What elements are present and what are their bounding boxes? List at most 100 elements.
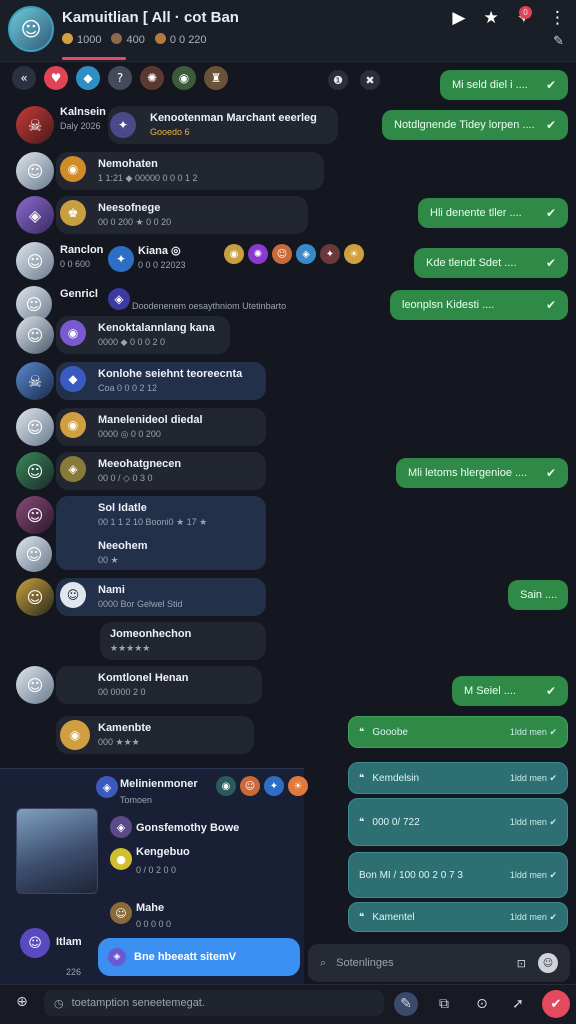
message-input[interactable]: ◷ toetamption seneetemegat.	[44, 990, 384, 1016]
edit-icon[interactable]: ✎	[553, 34, 564, 49]
mini-avatar: ◆	[60, 366, 86, 392]
sender-avatar[interactable]: ☺	[16, 578, 54, 616]
sent-message[interactable]: Sain ....	[508, 580, 568, 610]
emoji-icon[interactable]: ☺	[240, 776, 260, 796]
sender-avatar[interactable]: ☺	[16, 408, 54, 446]
message-bubble: Manelenideol diedal 0000 ◎ 0 0 200	[56, 408, 266, 446]
back-icon[interactable]: «	[12, 66, 36, 90]
sent-message[interactable]: M Seiel .... ✔	[452, 676, 568, 706]
emoji-icon[interactable]: ◉	[216, 776, 236, 796]
clock-icon: ◷	[54, 996, 64, 1010]
panel-row-3: Mahe	[136, 902, 165, 914]
check-icon: ✔	[545, 206, 556, 220]
panel-row-4: Itlam	[56, 936, 82, 948]
play-icon[interactable]: ▶	[452, 8, 465, 28]
sender-avatar[interactable]: ☺	[16, 496, 54, 534]
sent-message[interactable]: Mi seld diel i .... ✔	[440, 70, 568, 100]
reaction-row: « ♥ ◆ ? ✺ ◉ ♜	[12, 66, 228, 90]
emoji-icon[interactable]: ◉	[224, 244, 244, 264]
panel-title: Melinienmoner	[120, 778, 198, 790]
check-icon: ✔	[545, 118, 556, 132]
panel-reactions: ◉ ☺ ✦ ☀	[216, 776, 308, 796]
more-icon[interactable]: ⋮	[549, 8, 566, 28]
voice-icon[interactable]: ✎	[394, 992, 418, 1016]
sender-avatar[interactable]: ☺	[16, 152, 54, 190]
emoji-icon[interactable]: ✺	[248, 244, 268, 264]
sender-avatar[interactable]: ☠	[16, 106, 54, 144]
mini-avatar: ◉	[60, 412, 86, 438]
sender-avatar[interactable]: ☺	[16, 536, 52, 572]
star-icon[interactable]: ★	[484, 8, 499, 28]
gallery-icon[interactable]: ⧉	[432, 992, 456, 1016]
reaction-3[interactable]: ?	[108, 66, 132, 90]
panel-row-1: Gonsfemothy Bowe	[136, 822, 240, 834]
reaction-strip: ◉ ✺ ☺ ◈ ✦ ☀	[224, 244, 364, 264]
emoji-icon[interactable]: ✦	[264, 776, 284, 796]
send-button[interactable]: ✔	[542, 990, 570, 1018]
message-bubble: Komtlonel Henan 00 0000 2 0	[56, 666, 262, 704]
quote-icon: ❝	[359, 816, 365, 828]
reaction-7[interactable]: ❶	[328, 70, 348, 90]
search-bar[interactable]: ⌕ Sotenlinges ⊡ ☺	[308, 944, 570, 982]
check-icon: ✔	[549, 911, 557, 922]
mini-avatar: ◉	[60, 320, 86, 346]
sent-card[interactable]: ❝ Kemdelsin 1ldd men ✔	[348, 762, 568, 794]
message-bubble: Kenootenman Marchant eeerleg Gooedo 6	[108, 106, 338, 144]
check-icon: ✔	[545, 78, 556, 92]
emoji-icon[interactable]: ✦	[320, 244, 340, 264]
row-avatar: ●	[110, 848, 132, 870]
sent-message[interactable]: Hli denente tller .... ✔	[418, 198, 568, 228]
sender-avatar[interactable]: ☺	[16, 452, 54, 490]
message-bubble: Meeohatgnecen 00 0 / ◇ 0 3 0	[56, 452, 266, 490]
quote-icon: ❝	[359, 726, 365, 738]
message-bubble: Nemohaten 1 1:21 ◆ 00000 0 0 0 1 2	[56, 152, 324, 190]
check-icon: ✔	[549, 772, 557, 783]
active-tab-indicator	[62, 57, 126, 60]
reaction-4[interactable]: ✺	[140, 66, 164, 90]
reaction-8[interactable]: ✖	[360, 70, 380, 90]
mini-avatar: ◈	[60, 456, 86, 482]
sent-card[interactable]: ❝ Gooobe 1ldd men ✔	[348, 716, 568, 748]
image-icon[interactable]: ⊡	[517, 957, 526, 970]
check-icon: ✔	[549, 816, 557, 827]
sent-message[interactable]: leonplsn Kidesti .... ✔	[390, 290, 568, 320]
sent-message[interactable]: Mli letoms hlergenioe .... ✔	[396, 458, 568, 488]
panel-avatar: ◈	[96, 776, 118, 798]
quote-icon: ❝	[359, 911, 365, 923]
sent-card[interactable]: Bon MI / 100 00 2 0 7 3 1ldd men ✔	[348, 852, 568, 898]
sent-card[interactable]: ❝ 000 0/ 722 1ldd men ✔	[348, 798, 568, 846]
sender-avatar[interactable]: ☺	[16, 316, 54, 354]
sent-message[interactable]: Notdlgnende Tidey lorpen .... ✔	[382, 110, 568, 140]
sender-avatar[interactable]: ☺	[20, 928, 50, 958]
check-icon: ✔	[545, 684, 556, 698]
reaction-5[interactable]: ◉	[172, 66, 196, 90]
camera-icon[interactable]: ⊙	[470, 992, 494, 1016]
message-bubble: Neesofnege 00 0 200 ★ 0 0 20	[56, 196, 308, 234]
sent-message[interactable]: Kde tlendt Sdet .... ✔	[414, 248, 568, 278]
message-bubble: Sol Idatle 00 1 1 2 10 Booni0 ★ 17 ★ Nee…	[56, 496, 266, 570]
sticker-icon[interactable]: ☺	[538, 953, 558, 973]
emoji-icon[interactable]: ◈	[296, 244, 316, 264]
emoji-icon[interactable]: ☀	[344, 244, 364, 264]
reaction-2[interactable]: ◆	[76, 66, 100, 90]
sender-avatar[interactable]: ☠	[16, 362, 54, 400]
sender-avatar[interactable]: ◈	[16, 196, 54, 234]
highlight-message[interactable]: ◈ Bne hbeeatt sitemV	[98, 938, 300, 976]
emoji-icon[interactable]: ☺	[272, 244, 292, 264]
media-thumbnail[interactable]	[16, 808, 98, 894]
row-avatar: ☺	[110, 902, 132, 924]
share-icon[interactable]: ➚	[506, 992, 530, 1016]
stat-1: 1000	[62, 33, 101, 46]
reaction-1[interactable]: ♥	[44, 66, 68, 90]
reaction-row-right: ❶ ✖	[328, 70, 380, 90]
reaction-6[interactable]: ♜	[204, 66, 228, 90]
profile-avatar[interactable]: ☺	[8, 6, 54, 52]
sent-card[interactable]: ❝ Kamentel 1ldd men ✔	[348, 902, 568, 932]
chat-app: ☺ Kamuitlian [ All · cot Ban 1000 400 0 …	[0, 0, 576, 1024]
emoji-icon[interactable]: ☀	[288, 776, 308, 796]
header: ☺ Kamuitlian [ All · cot Ban 1000 400 0 …	[0, 0, 576, 62]
sender-avatar[interactable]: ☺	[16, 666, 54, 704]
sender-avatar[interactable]: ☺	[16, 242, 54, 280]
check-icon: ✔	[549, 869, 557, 880]
attach-icon[interactable]: ⊕	[10, 990, 34, 1014]
